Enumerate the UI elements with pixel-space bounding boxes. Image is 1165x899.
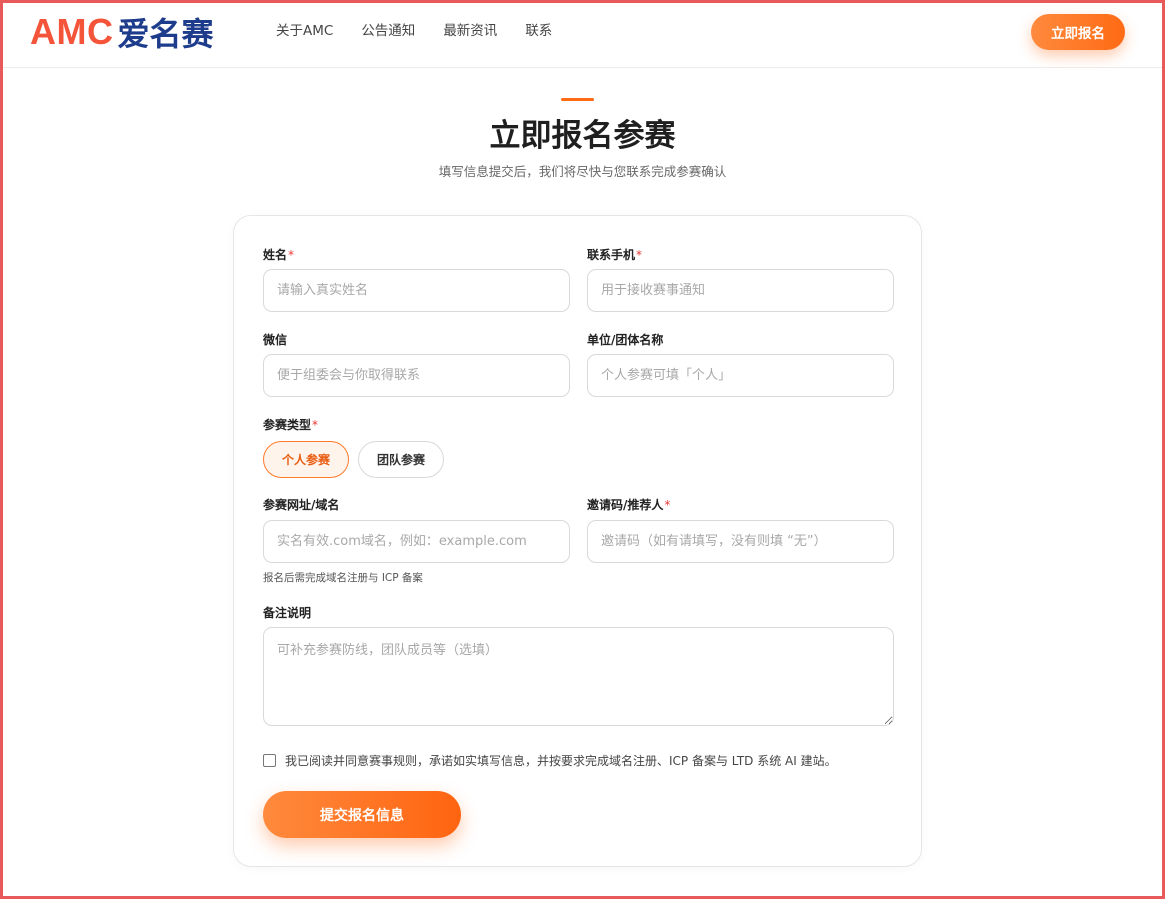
agreement-text: 我已阅读并同意赛事规则，承诺如实填写信息，并按要求完成域名注册、ICP 备案与 … [285,754,837,768]
nav-item-contact[interactable]: 联系 [525,22,552,40]
org-input[interactable] [587,354,894,397]
page-title: 立即报名参赛 [489,118,676,154]
site-label: 参赛网址/域名 [263,498,340,512]
name-label-text: 姓名 [263,248,288,262]
nav-item-notices[interactable]: 公告通知 [361,22,415,40]
invite-label-text: 邀请码/推荐人 [587,498,664,512]
logo-latin: AMC [30,11,114,52]
phone-label-text: 联系手机 [587,248,636,262]
invite-input[interactable] [587,520,894,563]
type-option-team[interactable]: 团队参赛 [358,441,444,478]
org-label: 单位/团体名称 [587,333,664,347]
required-mark: * [664,498,671,512]
invite-label: 邀请码/推荐人* [587,496,670,513]
agreement-row: 我已阅读并同意赛事规则，承诺如实填写信息，并按要求完成域名注册、ICP 备案与 … [263,752,837,769]
submit-button[interactable]: 提交报名信息 [263,791,461,838]
site-logo[interactable]: AMC 爱名赛 [30,11,214,53]
nav-item-about[interactable]: 关于AMC [276,22,333,40]
type-label: 参赛类型* [263,416,318,433]
wechat-label: 微信 [263,333,288,347]
required-mark: * [636,248,643,262]
logo-chinese: 爱名赛 [117,15,214,53]
header-register-button[interactable]: 立即报名 [1031,14,1125,50]
phone-label: 联系手机* [587,246,642,263]
agreement-checkbox[interactable] [263,754,276,767]
type-option-individual[interactable]: 个人参赛 [263,441,349,478]
site-header: AMC 爱名赛 关于AMC 公告通知 最新资讯 联系 立即报名 [3,3,1162,68]
site-input[interactable] [263,520,570,563]
required-mark: * [312,418,319,432]
required-mark: * [288,248,295,262]
name-input[interactable] [263,269,570,312]
type-label-text: 参赛类型 [263,418,312,432]
nav-item-news[interactable]: 最新资讯 [443,22,497,40]
notes-label: 备注说明 [263,606,312,620]
site-hint: 报名后需完成域名注册与 ICP 备案 [263,572,423,584]
main-nav: 关于AMC 公告通知 最新资讯 联系 [276,22,580,40]
name-label: 姓名* [263,246,294,263]
title-accent-bar [561,98,594,101]
registration-form: 姓名* 联系手机* 微信 单位/团体名称 参赛类型* 个人参赛 团队参赛 参赛网… [233,215,922,867]
page-subtitle: 填写信息提交后，我们将尽快与您联系完成参赛确认 [438,164,727,179]
wechat-input[interactable] [263,354,570,397]
phone-input[interactable] [587,269,894,312]
notes-textarea[interactable] [263,627,894,726]
